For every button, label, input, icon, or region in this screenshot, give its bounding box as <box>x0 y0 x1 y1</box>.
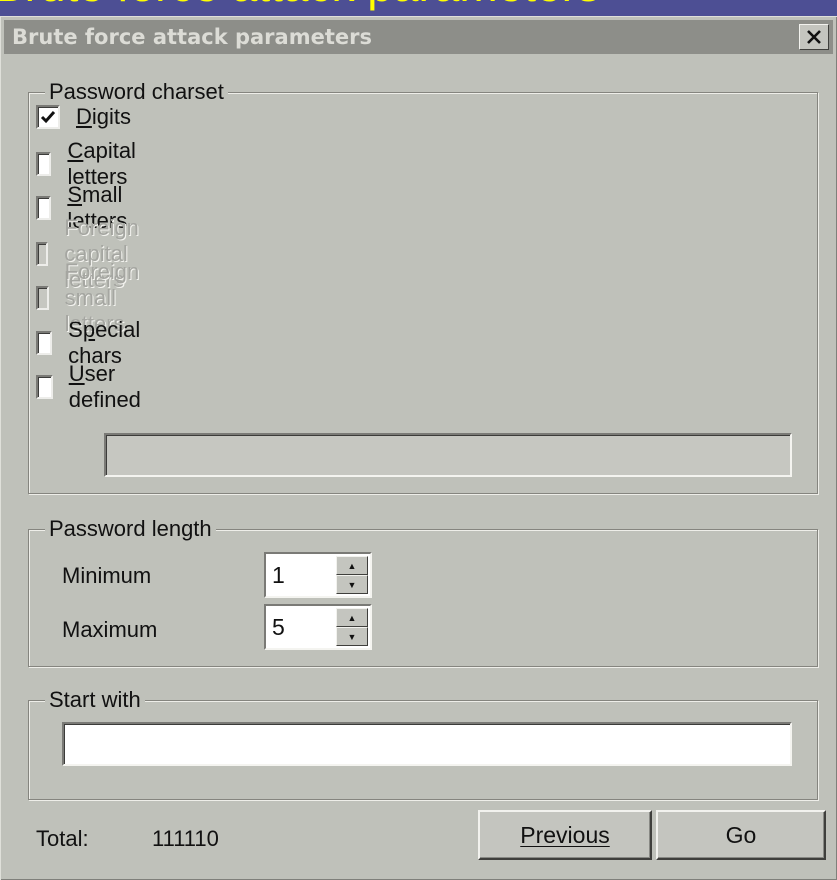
arrow-up-icon: ▲ <box>347 612 357 623</box>
checkbox[interactable] <box>36 196 52 220</box>
checkbox[interactable] <box>36 152 52 176</box>
arrow-down-icon: ▼ <box>347 631 357 642</box>
maximum-decrement-button[interactable]: ▼ <box>336 627 368 646</box>
arrow-up-icon: ▲ <box>347 560 357 571</box>
close-button[interactable] <box>799 24 829 50</box>
minimum-increment-button[interactable]: ▲ <box>336 556 368 575</box>
checkbox[interactable] <box>36 105 60 129</box>
dialog-title: Brute force attack parameters <box>12 25 372 49</box>
maximum-length-spinner[interactable]: 5 ▲ ▼ <box>264 604 372 650</box>
go-button-label: Go <box>725 821 757 848</box>
charset-option-digits[interactable]: Digits <box>36 100 131 134</box>
checkbox <box>36 242 49 266</box>
charset-option-capital-letters[interactable]: Capital letters <box>36 138 144 189</box>
total-label: Total: <box>36 826 89 851</box>
start-with-input[interactable] <box>62 722 792 766</box>
charset-option-foreign-small-letters: Foreign small letters <box>36 259 151 336</box>
previous-button-label: Previous <box>520 821 610 848</box>
minimum-label: Minimum <box>62 563 152 588</box>
user-defined-charset-input[interactable] <box>104 433 792 477</box>
checkbox[interactable] <box>36 375 53 399</box>
close-icon <box>807 30 821 44</box>
brute-force-dialog: Brute force attack parameters Password c… <box>0 16 837 880</box>
checkbox <box>36 286 49 310</box>
arrow-down-icon: ▼ <box>347 579 357 590</box>
maximum-length-value[interactable]: 5 <box>272 614 285 641</box>
previous-button[interactable]: Previous <box>478 810 652 860</box>
title-bar[interactable]: Brute force attack parameters <box>4 20 833 54</box>
checkbox-label: Digits <box>76 104 132 129</box>
charset-option-user-defined[interactable]: User defined <box>36 361 148 412</box>
checkbox[interactable] <box>36 331 53 355</box>
maximum-increment-button[interactable]: ▲ <box>336 608 368 627</box>
checkbox-label: User defined <box>68 361 141 412</box>
start-with-legend: Start with <box>45 687 145 713</box>
checkmark-icon <box>40 111 56 124</box>
minimum-decrement-button[interactable]: ▼ <box>336 575 368 594</box>
charset-option-special-chars[interactable]: Special chars <box>36 317 148 368</box>
total-value: 111110 <box>152 826 219 851</box>
go-button[interactable]: Go <box>656 810 826 860</box>
password-length-legend: Password length <box>45 516 216 542</box>
minimum-length-spinner[interactable]: 1 ▲ ▼ <box>264 552 372 598</box>
password-length-group: Password length <box>28 516 818 667</box>
maximum-label: Maximum <box>62 617 158 642</box>
minimum-length-value[interactable]: 1 <box>272 562 285 589</box>
